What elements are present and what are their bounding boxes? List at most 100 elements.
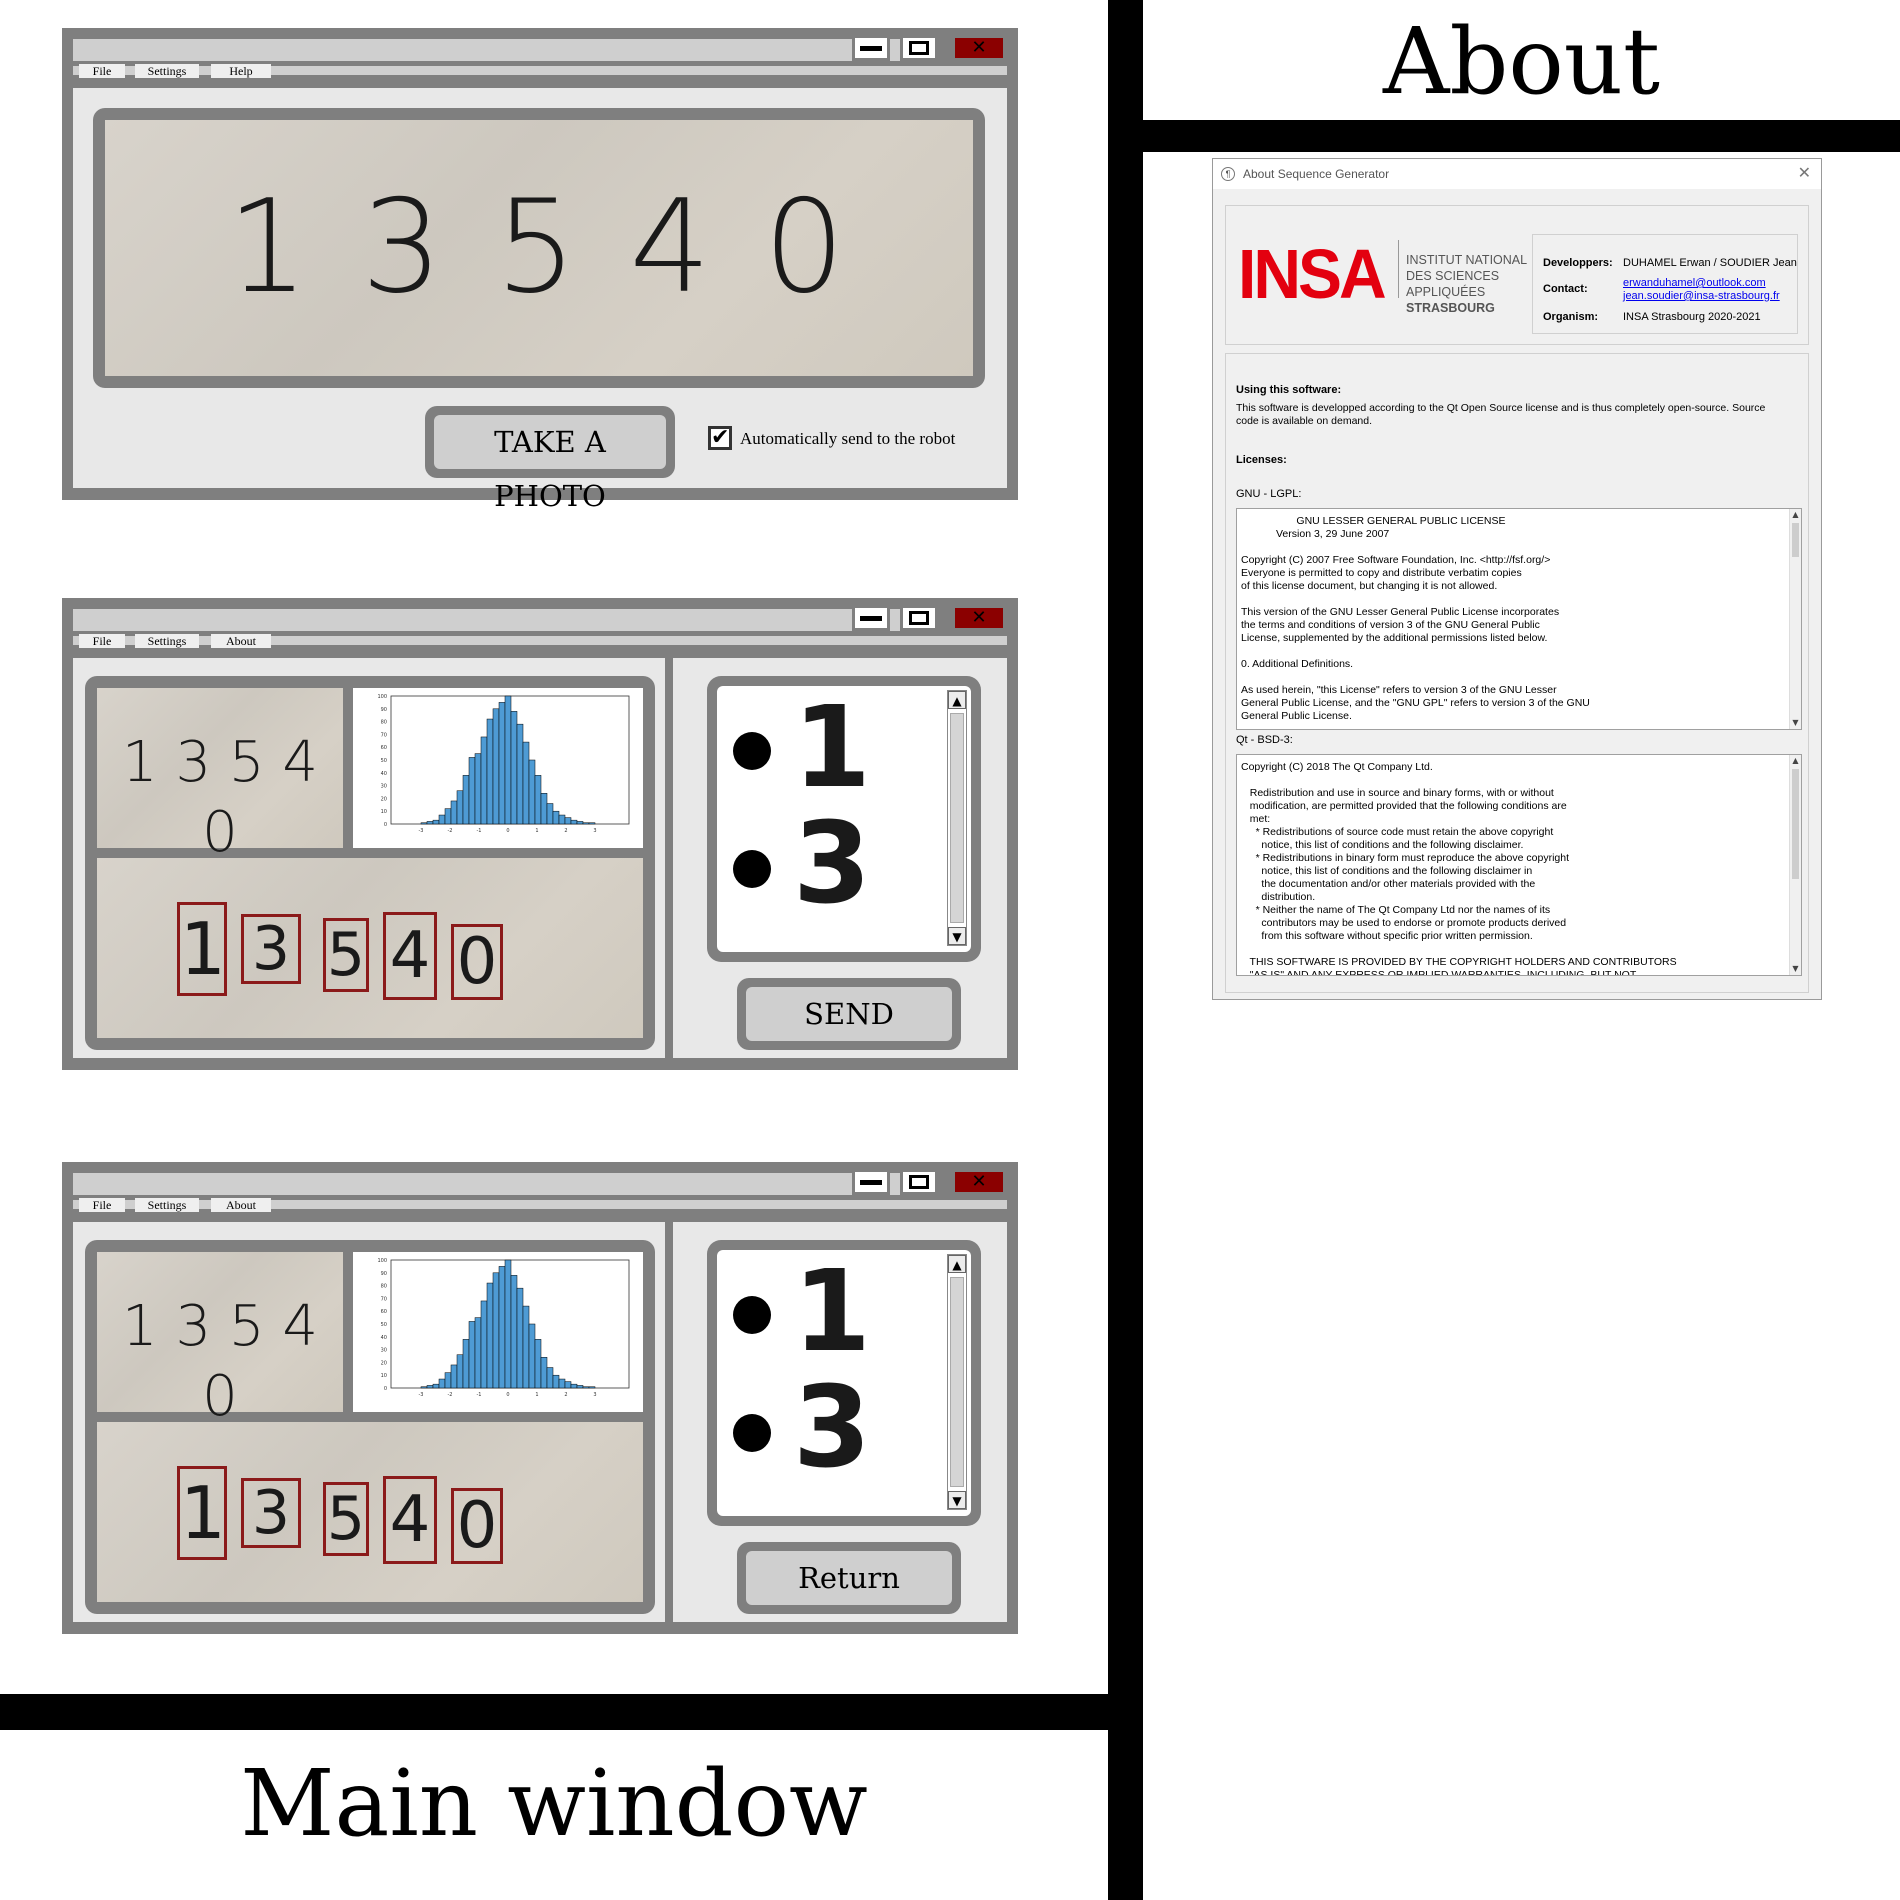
- histogram-bar: [420, 822, 428, 825]
- bsd-scrollbar[interactable]: ▲ ▼: [1789, 755, 1801, 975]
- institute-line: INSTITUT NATIONAL: [1406, 253, 1528, 267]
- digit-box-5: 5: [323, 1482, 369, 1556]
- sequence-display: 1 3 ▲ ▼: [707, 1240, 981, 1526]
- left-pane: 1 3 5 4 0 100 90 80 70 60 50 40 30 20 10 0 -3 -2 -1 0 1…: [73, 658, 665, 1058]
- sequence-list[interactable]: 1 3 ▲ ▼: [717, 686, 971, 952]
- about-dialog: ¶ About Sequence Generator ✕ INSA INSTIT…: [1212, 158, 1822, 1000]
- scroll-down-icon[interactable]: ▼: [1790, 717, 1801, 729]
- maximize-button[interactable]: [900, 1169, 938, 1195]
- maximize-button[interactable]: [900, 605, 938, 631]
- sequence-scrollbar[interactable]: ▲ ▼: [947, 1254, 967, 1510]
- auto-send-checkbox[interactable]: ✔: [708, 426, 732, 450]
- histogram-bar: [528, 759, 536, 825]
- contact-email-2[interactable]: jean.soudier@insa-strasbourg.fr: [1623, 290, 1780, 303]
- photo-thumbnail: 1 3 5 4 0: [97, 688, 343, 865]
- close-button[interactable]: [952, 1169, 1006, 1195]
- lgpl-text-box[interactable]: GNU LESSER GENERAL PUBLIC LICENSE Versio…: [1236, 508, 1802, 730]
- histogram-bar: [534, 775, 542, 825]
- minimize-button[interactable]: [852, 605, 890, 631]
- lgpl-scrollbar[interactable]: ▲ ▼: [1789, 509, 1801, 729]
- histogram-bar: [534, 1339, 542, 1389]
- y-tick-label: 40: [381, 771, 387, 777]
- contact-email-1[interactable]: erwanduhamel@outlook.com: [1623, 277, 1766, 290]
- menu-help[interactable]: Help: [211, 64, 271, 78]
- histogram-bar: [462, 775, 470, 825]
- histogram-bar: [468, 1321, 476, 1389]
- title-bar[interactable]: [73, 609, 905, 631]
- histogram-bar: [456, 790, 464, 825]
- title-bar[interactable]: [73, 39, 905, 61]
- credits-group: Developpers: DUHAMEL Erwan / SOUDIER Jea…: [1532, 234, 1798, 334]
- histogram-bar: [450, 800, 458, 825]
- sequence-list[interactable]: 1 3 ▲ ▼: [717, 1250, 971, 1516]
- developers-label: Developpers:: [1543, 257, 1613, 269]
- y-tick-label: 90: [381, 707, 387, 713]
- sequence-scrollbar[interactable]: ▲ ▼: [947, 690, 967, 946]
- segmentation-view: 1 3 5 4 0: [97, 858, 643, 1038]
- scroll-down-icon[interactable]: ▼: [1790, 963, 1801, 975]
- left-pane: 1 3 5 4 0 100 90 80 70 60 50 40 30 20 10 0 -3 -2 -1 0 1…: [73, 1222, 665, 1622]
- minimize-button[interactable]: [852, 1169, 890, 1195]
- histogram-bar: [570, 1383, 578, 1389]
- menu-file[interactable]: File: [79, 634, 125, 648]
- digit-box-5: 5: [323, 918, 369, 992]
- scroll-thumb[interactable]: [950, 713, 964, 923]
- send-button[interactable]: SEND: [737, 978, 961, 1050]
- title-bar[interactable]: [73, 1173, 905, 1195]
- menu-about[interactable]: About: [211, 634, 271, 648]
- send-label: SEND: [746, 987, 952, 1041]
- histogram-bar: [564, 1381, 572, 1389]
- menu-settings[interactable]: Settings: [135, 634, 199, 648]
- y-tick-label: 70: [381, 732, 387, 738]
- histogram-bar: [576, 821, 584, 825]
- histogram-bar: [438, 1378, 446, 1389]
- bsd-label: Qt - BSD-3:: [1236, 734, 1293, 746]
- lgpl-text: GNU LESSER GENERAL PUBLIC LICENSE Versio…: [1241, 515, 1590, 722]
- histogram-bar: [432, 819, 440, 825]
- scroll-thumb[interactable]: [950, 1277, 964, 1487]
- return-button[interactable]: Return: [737, 1542, 961, 1614]
- histogram-bar: [450, 1364, 458, 1389]
- dialog-title-bar[interactable]: ¶ About Sequence Generator ✕: [1213, 159, 1821, 189]
- histogram-bar: [558, 1378, 566, 1389]
- histogram-chart: 100 90 80 70 60 50 40 30 20 10 0 -3 -2 -1 0 1 2 3: [353, 688, 643, 848]
- histogram-bar: [426, 821, 434, 825]
- app-icon: ¶: [1221, 167, 1235, 181]
- take-photo-button[interactable]: TAKE A PHOTO: [425, 406, 675, 513]
- scroll-thumb[interactable]: [1792, 769, 1799, 879]
- menu-settings[interactable]: Settings: [135, 64, 199, 78]
- y-tick-label: 40: [381, 1335, 387, 1341]
- histogram-bar: [504, 1259, 512, 1389]
- menu-about[interactable]: About: [211, 1198, 271, 1212]
- scroll-down-icon[interactable]: ▼: [948, 1491, 966, 1509]
- histogram-bar: [510, 1275, 518, 1389]
- menu-file[interactable]: File: [79, 1198, 125, 1212]
- menu-file[interactable]: File: [79, 64, 125, 78]
- histogram-bar: [528, 1323, 536, 1389]
- scroll-thumb[interactable]: [1792, 523, 1799, 557]
- scroll-up-icon[interactable]: ▲: [948, 1255, 966, 1273]
- close-button[interactable]: [952, 605, 1006, 631]
- main-window-heading: Main window: [240, 1750, 868, 1857]
- close-icon[interactable]: ✕: [1798, 159, 1811, 189]
- menu-settings[interactable]: Settings: [135, 1198, 199, 1212]
- x-tick-label: 2: [564, 1392, 567, 1398]
- maximize-button[interactable]: [900, 35, 938, 61]
- analysis-frame: 1 3 5 4 0 100 90 80 70 60 50 40 30 20 10 0 -3 -2 -1 0 1…: [85, 676, 655, 1050]
- histogram-bar: [570, 819, 578, 825]
- minimize-button[interactable]: [852, 35, 890, 61]
- x-tick-label: 2: [564, 828, 567, 834]
- bullet-dot: [733, 1414, 771, 1452]
- histogram-bar: [498, 702, 506, 825]
- scroll-down-icon[interactable]: ▼: [948, 927, 966, 945]
- scroll-up-icon[interactable]: ▲: [1790, 509, 1801, 521]
- bsd-text-box[interactable]: Copyright (C) 2018 The Qt Company Ltd. R…: [1236, 754, 1802, 976]
- scroll-up-icon[interactable]: ▲: [1790, 755, 1801, 767]
- contact-label: Contact:: [1543, 283, 1588, 295]
- lgpl-label: GNU - LGPL:: [1236, 488, 1302, 500]
- about-heading: About: [1383, 8, 1660, 115]
- licenses-heading: Licenses:: [1236, 454, 1287, 466]
- scroll-up-icon[interactable]: ▲: [948, 691, 966, 709]
- close-button[interactable]: [952, 35, 1006, 61]
- digit-box-1: 1: [177, 902, 227, 996]
